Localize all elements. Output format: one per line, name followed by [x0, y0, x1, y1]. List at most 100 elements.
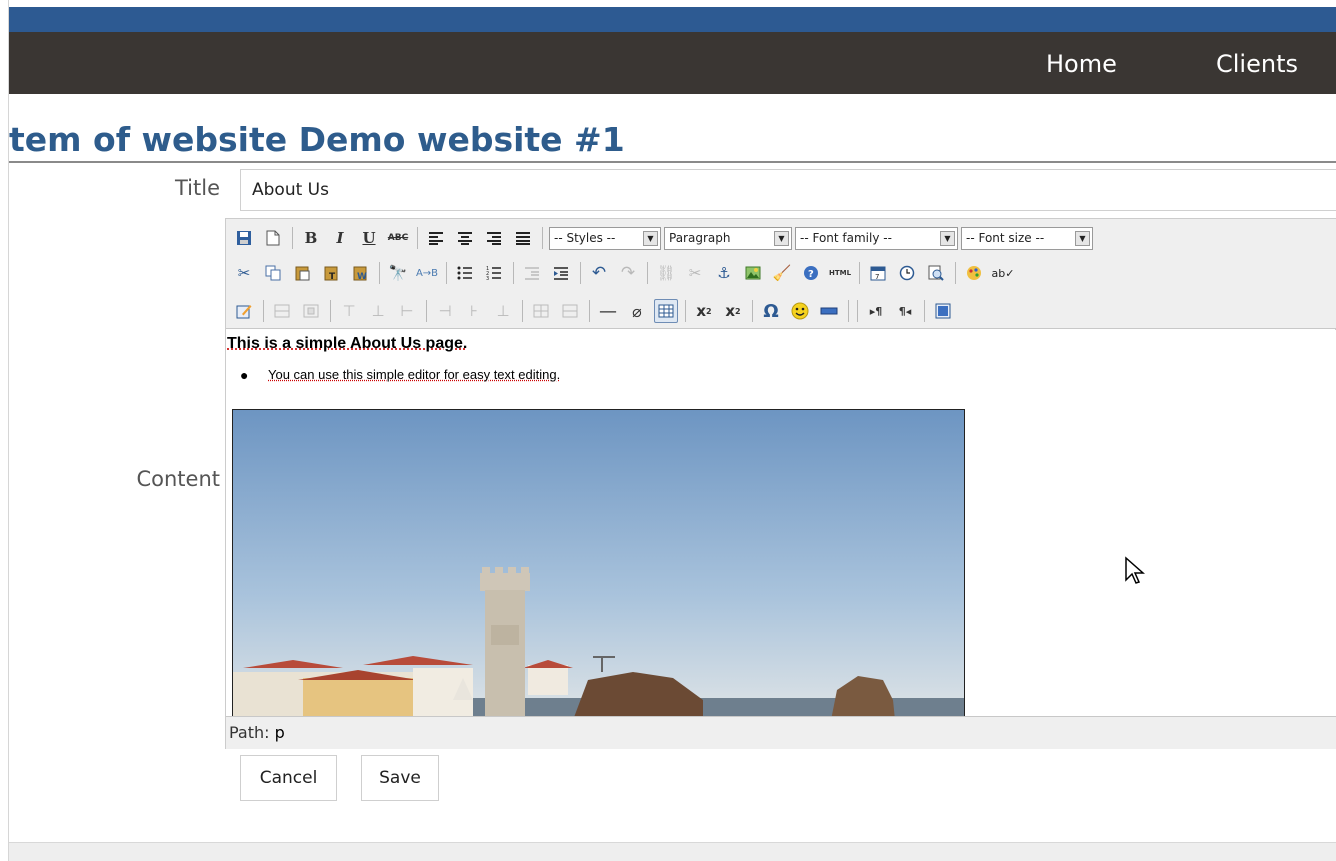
- cut-icon[interactable]: ✂: [232, 261, 256, 285]
- font-size-select[interactable]: -- Font size -- ▼: [961, 227, 1093, 250]
- content-photo[interactable]: [232, 409, 965, 716]
- page-footer: [9, 842, 1336, 861]
- preview-icon[interactable]: [924, 261, 948, 285]
- toolbar-row-2: ✂ T W 🔭 A→B 123 ↶ ↷ ⛓ ✂ ⚓ 🧹 ? HTML 7 ab✓: [232, 258, 1020, 288]
- special-character-icon[interactable]: Ω: [759, 299, 783, 323]
- paste-word-icon[interactable]: W: [348, 261, 372, 285]
- redo-icon[interactable]: ↷: [616, 261, 640, 285]
- content-label: Content: [136, 467, 220, 491]
- underline-icon[interactable]: U: [357, 226, 381, 250]
- nav-clients-link[interactable]: Clients: [1216, 50, 1298, 78]
- save-button[interactable]: Save: [361, 755, 439, 801]
- html-source-icon[interactable]: HTML: [828, 261, 852, 285]
- styles-select[interactable]: -- Styles -- ▼: [549, 227, 661, 250]
- styles-select-value: -- Styles --: [554, 231, 615, 245]
- toolbar-separator: [292, 227, 293, 249]
- align-justify-icon[interactable]: [511, 226, 535, 250]
- edit-css-icon[interactable]: [232, 299, 256, 323]
- outdent-icon[interactable]: [520, 261, 544, 285]
- svg-text:T: T: [329, 272, 336, 281]
- toolbar-separator: [379, 262, 380, 284]
- align-center-icon[interactable]: [453, 226, 477, 250]
- editor-toolbar: B I U ABC -- Styles -- ▼ Paragraph ▼ -- …: [226, 219, 1336, 329]
- toolbar-separator: [857, 300, 858, 322]
- page-title: tem of website Demo website #1: [9, 120, 1336, 159]
- editor-content-area[interactable]: This is a simple About Us page. ● You ca…: [226, 330, 1336, 716]
- content-bullet-item: ● You can use this simple editor for eas…: [268, 367, 560, 382]
- link-icon[interactable]: ⛓: [654, 261, 678, 285]
- nav-home-link[interactable]: Home: [1046, 50, 1117, 78]
- undo-icon[interactable]: ↶: [587, 261, 611, 285]
- toolbar-separator: [542, 227, 543, 249]
- top-accent-bar: [9, 7, 1336, 32]
- toolbar-row-1: B I U ABC -- Styles -- ▼ Paragraph ▼ -- …: [232, 223, 1096, 253]
- superscript-icon[interactable]: x2: [721, 299, 745, 323]
- delete-row-icon[interactable]: ⊢: [395, 299, 419, 323]
- align-right-icon[interactable]: [482, 226, 506, 250]
- unlink-icon[interactable]: ✂: [683, 261, 707, 285]
- row-properties-icon[interactable]: [270, 299, 294, 323]
- svg-text:W: W: [357, 272, 367, 281]
- toolbar-separator: [859, 262, 860, 284]
- align-left-icon[interactable]: [424, 226, 448, 250]
- subscript-icon[interactable]: x2: [692, 299, 716, 323]
- font-family-select-value: -- Font family --: [800, 231, 892, 245]
- insert-time-icon[interactable]: [895, 261, 919, 285]
- toolbar-separator: [848, 300, 849, 322]
- svg-text:7: 7: [875, 273, 879, 281]
- table-icon[interactable]: [654, 299, 678, 323]
- chevron-down-icon: ▼: [1075, 231, 1090, 246]
- cell-properties-icon[interactable]: [299, 299, 323, 323]
- insert-date-icon[interactable]: 7: [866, 261, 890, 285]
- ordered-list-icon[interactable]: 123: [482, 261, 506, 285]
- copy-icon[interactable]: [261, 261, 285, 285]
- merge-cells-icon[interactable]: [558, 299, 582, 323]
- format-select[interactable]: Paragraph ▼: [664, 227, 792, 250]
- media-icon[interactable]: [817, 299, 841, 323]
- unordered-list-icon[interactable]: [453, 261, 477, 285]
- toolbar-separator: [752, 300, 753, 322]
- horizontal-rule-icon[interactable]: —: [596, 299, 620, 323]
- italic-icon[interactable]: I: [328, 226, 352, 250]
- split-cells-icon[interactable]: [529, 299, 553, 323]
- toolbar-separator: [522, 300, 523, 322]
- save-icon[interactable]: [232, 226, 256, 250]
- color-palette-icon[interactable]: [962, 261, 986, 285]
- toolbar-separator: [955, 262, 956, 284]
- paste-text-icon[interactable]: T: [319, 261, 343, 285]
- toolbar-separator: [426, 300, 427, 322]
- title-input[interactable]: [240, 169, 1336, 211]
- insert-col-before-icon[interactable]: ⊣: [433, 299, 457, 323]
- content-heading-text: This is a simple About Us page.: [227, 335, 467, 352]
- path-label: Path:: [229, 723, 270, 742]
- help-icon[interactable]: ?: [799, 261, 823, 285]
- ltr-direction-icon[interactable]: ▸¶: [864, 299, 888, 323]
- bold-icon[interactable]: B: [299, 226, 323, 250]
- toolbar-separator: [685, 300, 686, 322]
- fullscreen-icon[interactable]: [931, 299, 955, 323]
- insert-row-after-icon[interactable]: ⊥: [366, 299, 390, 323]
- insert-col-after-icon[interactable]: ⊦: [462, 299, 486, 323]
- rtl-direction-icon[interactable]: ¶◂: [893, 299, 917, 323]
- cleanup-icon[interactable]: 🧹: [770, 261, 794, 285]
- svg-text:3: 3: [486, 276, 489, 280]
- strikethrough-icon[interactable]: ABC: [386, 226, 410, 250]
- path-value[interactable]: p: [275, 723, 285, 742]
- spellcheck-icon[interactable]: ab✓: [991, 261, 1015, 285]
- image-icon[interactable]: [741, 261, 765, 285]
- main-navigation: [9, 32, 1336, 94]
- indent-icon[interactable]: [549, 261, 573, 285]
- toolbar-row-3: ⊤ ⊥ ⊢ ⊣ ⊦ ⊥ — ⌀ x2 x2 Ω ▸¶ ¶◂: [232, 296, 960, 326]
- font-family-select[interactable]: -- Font family -- ▼: [795, 227, 958, 250]
- insert-row-before-icon[interactable]: ⊤: [337, 299, 361, 323]
- find-icon[interactable]: 🔭: [386, 261, 410, 285]
- anchor-icon[interactable]: ⚓: [712, 261, 736, 285]
- emoticon-icon[interactable]: [788, 299, 812, 323]
- replace-icon[interactable]: A→B: [415, 261, 439, 285]
- cancel-button[interactable]: Cancel: [240, 755, 337, 801]
- delete-col-icon[interactable]: ⊥: [491, 299, 515, 323]
- paste-icon[interactable]: [290, 261, 314, 285]
- new-document-icon[interactable]: [261, 226, 285, 250]
- title-divider: [9, 161, 1336, 163]
- remove-format-icon[interactable]: ⌀: [625, 299, 649, 323]
